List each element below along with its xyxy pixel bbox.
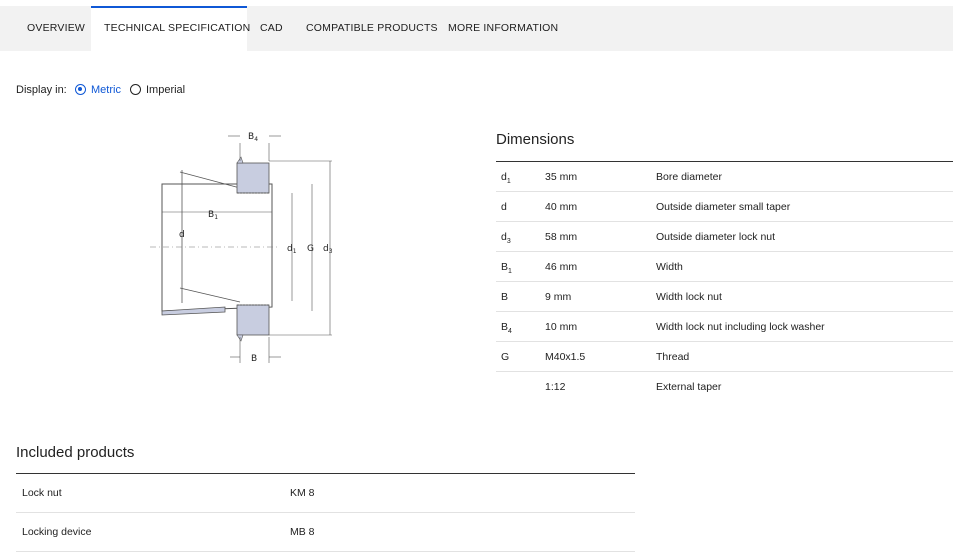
dimensions-title: Dimensions: [496, 131, 575, 148]
sleeve-shape: [161, 183, 273, 312]
dimension-value: 35 mm: [545, 171, 578, 183]
dimension-value: 40 mm: [545, 201, 578, 213]
label-d1: d1: [287, 244, 297, 255]
tab-overview[interactable]: OVERVIEW: [27, 6, 85, 51]
imperial-label[interactable]: Imperial: [146, 82, 185, 98]
dimension-symbol: B1: [501, 261, 512, 276]
lock-nut-bottom: [236, 304, 270, 336]
dimension-symbol: d1: [501, 171, 511, 186]
tab-technical-specification[interactable]: TECHNICAL SPECIFICATION: [91, 6, 250, 51]
adapter-sleeve-diagram: B4 B B1 d d1 G d3: [150, 132, 333, 364]
included-products-table: Lock nut KM 8 Locking device MB 8: [16, 473, 635, 552]
label-d3: d3: [323, 244, 333, 255]
tab-bar: OVERVIEW TECHNICAL SPECIFICATION CAD COM…: [0, 6, 953, 51]
table-row: G M40x1.5 Thread: [496, 342, 953, 372]
dimension-description: Outside diameter lock nut: [656, 231, 776, 243]
dimension-symbol: G: [501, 351, 510, 363]
dimension-description: Width: [656, 261, 683, 273]
dimension-value: 9 mm: [545, 291, 572, 303]
dimension-symbol: B4: [501, 321, 512, 336]
tab-more-information[interactable]: MORE INFORMATION: [448, 6, 558, 51]
table-row: B1 46 mm Width: [496, 252, 953, 282]
dimensions-table: d1 35 mm Bore diameter d 40 mm Outside diamet…: [496, 161, 953, 401]
tab-compatible-products[interactable]: COMPATIBLE PRODUCTS: [306, 6, 438, 51]
dimension-description: Width lock nut including lock washer: [656, 321, 825, 333]
dimension-symbol: B: [501, 291, 509, 303]
metric-label[interactable]: Metric: [91, 82, 121, 98]
table-row: d3 58 mm Outside diameter lock nut: [496, 222, 953, 252]
display-in-label: Display in:: [16, 84, 67, 96]
product-name: Locking device: [22, 526, 92, 538]
dimension-symbol: d: [501, 201, 507, 213]
product-designation[interactable]: MB 8: [290, 526, 315, 538]
label-d: d: [179, 230, 185, 240]
included-products-title: Included products: [16, 444, 135, 461]
dimension-value: M40x1.5: [545, 351, 586, 363]
dimension-description: Thread: [656, 351, 690, 363]
label-g: G: [307, 244, 314, 254]
table-row: Locking device MB 8: [16, 513, 635, 552]
product-designation[interactable]: KM 8: [290, 487, 315, 499]
table-row: d1 35 mm Bore diameter: [496, 162, 953, 192]
label-b: B: [251, 354, 257, 364]
lock-nut-top: [236, 162, 270, 194]
dimension-description: Bore diameter: [656, 171, 722, 183]
table-row: B4 10 mm Width lock nut including lock was…: [496, 312, 953, 342]
dimension-symbol: d3: [501, 231, 511, 246]
dimension-description: Width lock nut: [656, 291, 722, 303]
table-row: d 40 mm Outside diameter small taper: [496, 192, 953, 222]
dimension-value: 58 mm: [545, 231, 578, 243]
dimension-description: External taper: [656, 381, 722, 393]
table-row: 1:12 External taper: [496, 372, 953, 401]
product-name: Lock nut: [22, 487, 62, 499]
dimension-value: 1:12: [545, 381, 566, 393]
label-b4: B4: [248, 132, 258, 143]
metric-radio[interactable]: [75, 84, 86, 95]
dimension-description: Outside diameter small taper: [656, 201, 791, 213]
table-row: Lock nut KM 8: [16, 474, 635, 513]
dimension-value: 10 mm: [545, 321, 578, 333]
tab-cad[interactable]: CAD: [260, 6, 283, 51]
table-row: B 9 mm Width lock nut: [496, 282, 953, 312]
dimension-value: 46 mm: [545, 261, 578, 273]
imperial-radio[interactable]: [130, 84, 141, 95]
